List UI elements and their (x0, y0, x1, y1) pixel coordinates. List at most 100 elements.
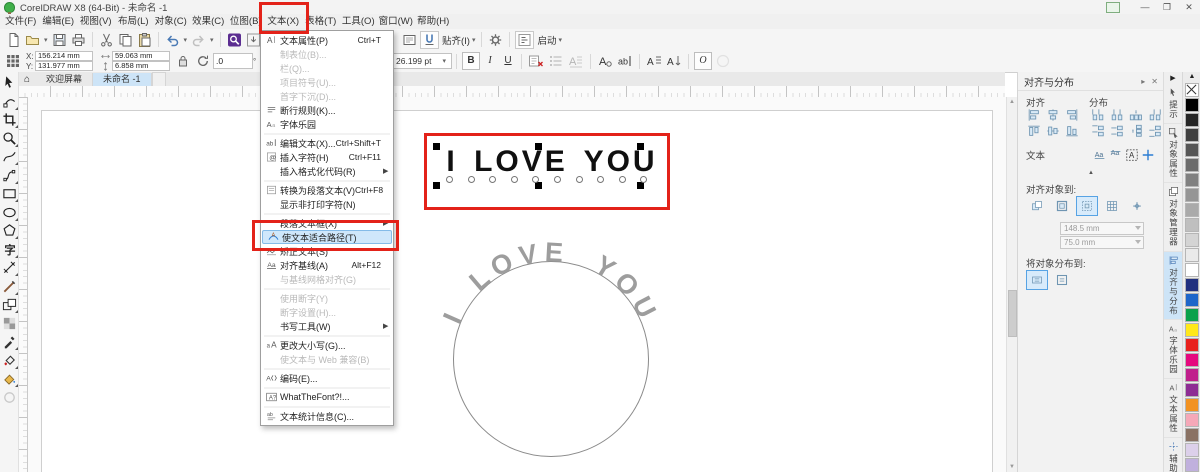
eyedropper-tool-icon[interactable] (2, 334, 17, 349)
menu-item[interactable]: A文本属性(P)Ctrl+T (261, 33, 393, 47)
save-icon[interactable] (51, 32, 68, 48)
dimension-tool-icon[interactable] (2, 260, 17, 275)
text-last-baseline-icon[interactable]: Aa (1108, 148, 1124, 162)
menu-item[interactable]: 矫正文本(S) (261, 244, 393, 258)
open-icon[interactable] (24, 32, 41, 48)
menu-item[interactable]: 对象(C) (152, 14, 190, 29)
color-swatch[interactable] (1185, 113, 1199, 127)
color-swatch[interactable] (1185, 143, 1199, 157)
strip-collapse-icon[interactable]: ▶ (1164, 72, 1182, 84)
docker-tab-item[interactable]: 对象属性 (1164, 124, 1182, 183)
new-document-icon[interactable] (5, 32, 22, 48)
color-swatch[interactable] (1185, 338, 1199, 352)
distto-page-icon[interactable] (1051, 270, 1073, 290)
align-center-h-icon[interactable] (1045, 108, 1061, 122)
bold-button[interactable]: B (462, 52, 480, 70)
character-node[interactable] (511, 176, 518, 183)
docker-tab-item[interactable]: 对象管理器 (1164, 183, 1182, 252)
home-icon[interactable]: ⌂ (18, 73, 36, 86)
redo-icon[interactable] (190, 32, 207, 48)
bspline-tool-icon[interactable] (2, 168, 17, 183)
x-position-input[interactable]: 156.214 mm (35, 51, 93, 61)
scroll-up-icon[interactable]: ▲ (1007, 97, 1017, 107)
menu-item[interactable]: 段落文本框(X)▶ (261, 216, 393, 230)
menu-item[interactable]: 视图(V) (77, 14, 115, 29)
crop-tool-icon[interactable] (2, 112, 17, 127)
italic-button[interactable]: I (482, 53, 498, 69)
selection-handle[interactable] (637, 143, 644, 150)
color-swatch[interactable] (1185, 278, 1199, 292)
transparency-tool-icon[interactable] (2, 316, 17, 331)
docker-tab-item[interactable]: A文本属性 (1164, 379, 1182, 438)
distribute-left-icon[interactable] (1090, 108, 1106, 122)
align-left-icon[interactable] (1026, 108, 1042, 122)
no-color-swatch[interactable] (1185, 83, 1199, 97)
color-swatch[interactable] (1185, 263, 1199, 277)
underline-button[interactable]: U (500, 53, 516, 69)
docker-flyout-icon[interactable]: ▸ (1141, 77, 1145, 86)
shape-tool-icon[interactable] (2, 94, 17, 109)
menu-item[interactable]: 转换为段落文本(V)Ctrl+F8 (261, 183, 393, 197)
rotation-angle-input[interactable]: .0 (213, 53, 253, 69)
distribute-spacing-h-icon[interactable] (1128, 108, 1144, 122)
path-text[interactable]: I LOVE YOU (437, 237, 664, 328)
point-y-input[interactable]: 75.0 mm (1060, 236, 1144, 249)
menu-item[interactable]: 文件(F) (2, 14, 40, 29)
vertical-ruler[interactable] (18, 97, 28, 472)
docker-tab-item[interactable]: 提示 (1164, 84, 1182, 124)
menu-text-highlighted[interactable]: 文本(X) (265, 14, 303, 29)
distribute-top-icon[interactable] (1090, 124, 1106, 138)
color-swatch[interactable] (1185, 323, 1199, 337)
menu-item[interactable]: 编辑(E) (40, 14, 78, 29)
selection-handle[interactable] (433, 182, 440, 189)
menu-item[interactable]: A使文本适合路径(T) (262, 230, 392, 244)
specify-point-icon[interactable] (1140, 148, 1156, 162)
selection-handle[interactable] (637, 182, 644, 189)
alignto-point-icon[interactable] (1126, 196, 1148, 216)
menu-item[interactable]: 帮助(H) (415, 14, 453, 29)
align-top-icon[interactable] (1026, 124, 1042, 138)
color-swatch[interactable] (1185, 308, 1199, 322)
color-swatch[interactable] (1185, 128, 1199, 142)
cut-icon[interactable] (98, 32, 115, 48)
chevron-down-icon[interactable]: ▾ (210, 36, 214, 44)
launch-menu[interactable]: 启动 (537, 33, 556, 47)
lock-ratio-icon[interactable] (175, 53, 191, 69)
smart-fill-tool-icon[interactable] (2, 371, 17, 386)
print-icon[interactable] (70, 32, 87, 48)
import-icon[interactable] (245, 32, 262, 48)
ellipse-tool-icon[interactable] (2, 205, 17, 220)
distribute-right-icon[interactable] (1147, 108, 1163, 122)
color-swatch[interactable] (1185, 248, 1199, 262)
docker-tab-item[interactable]: Aa字体乐园 (1164, 320, 1182, 379)
collapse-arrow-icon[interactable]: ▲ (1018, 170, 1164, 176)
distribute-bottom-icon[interactable] (1147, 124, 1163, 138)
palette-scroll-icon[interactable]: ▲ (1183, 72, 1200, 82)
point-x-input[interactable]: 148.5 mm (1060, 222, 1144, 235)
horizontal-text-icon[interactable]: A (646, 53, 662, 69)
distto-selection-icon[interactable] (1026, 270, 1048, 290)
character-node[interactable] (446, 176, 453, 183)
menu-item[interactable]: 位图(B) (227, 14, 265, 29)
docker-tab-active[interactable]: 对齐与分布 (1164, 252, 1182, 321)
menu-item[interactable]: aA更改大小写(G)... (261, 338, 393, 352)
snap-menu[interactable]: 贴齐(I) (442, 33, 470, 47)
menu-item[interactable]: 工具(O) (340, 14, 378, 29)
color-swatch[interactable] (1185, 413, 1199, 427)
color-swatch[interactable] (1185, 158, 1199, 172)
character-formatting-icon[interactable]: A (597, 53, 613, 69)
docker-tab-item[interactable]: 辅助线 (1164, 438, 1182, 472)
align-bottom-icon[interactable] (1064, 124, 1080, 138)
color-swatch[interactable] (1185, 293, 1199, 307)
text-alignment-icon[interactable] (528, 53, 544, 69)
selection-handle[interactable] (535, 143, 542, 150)
launcher-icon[interactable] (515, 31, 534, 49)
color-swatch[interactable] (1185, 353, 1199, 367)
character-node[interactable] (619, 176, 626, 183)
freehand-tool-icon[interactable] (2, 149, 17, 164)
distribute-middle-icon[interactable] (1109, 124, 1125, 138)
snap-icon[interactable] (420, 31, 439, 49)
color-swatch[interactable] (1185, 443, 1199, 457)
text-bounding-box-icon[interactable]: A (1124, 148, 1140, 162)
alignto-active-icon[interactable] (1026, 196, 1048, 216)
